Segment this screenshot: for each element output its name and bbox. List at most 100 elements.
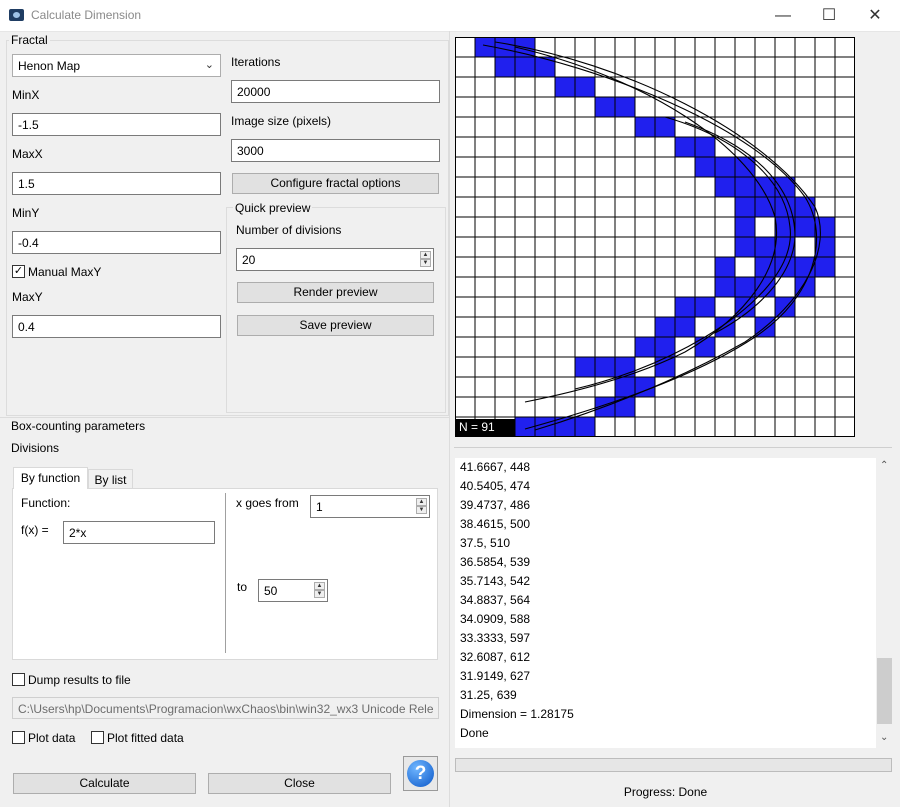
filled-box [775, 177, 795, 197]
result-line: 31.25, 639 [460, 688, 517, 702]
maxy-input[interactable]: 0.4 [12, 315, 221, 338]
result-line: 33.3333, 597 [460, 631, 531, 645]
configure-fractal-button[interactable]: Configure fractal options [232, 173, 439, 194]
help-button[interactable]: ? [403, 756, 438, 791]
result-line: 39.4737, 486 [460, 498, 531, 512]
spinner-buttons[interactable]: ▲ ▼ [420, 251, 431, 268]
help-icon: ? [407, 760, 434, 787]
dump-path-field[interactable]: C:\Users\hp\Documents\Programacion\wxCha… [12, 697, 439, 719]
result-line: 34.0909, 588 [460, 612, 531, 626]
x-from-spinner[interactable]: 1 ▲ ▼ [310, 495, 430, 518]
to-label: to [237, 580, 248, 594]
spin-down-icon[interactable]: ▼ [314, 590, 325, 598]
filled-box [715, 177, 735, 197]
scroll-down-icon[interactable]: ⌄ [880, 732, 888, 743]
result-line: 38.4615, 500 [460, 517, 531, 531]
divisions-preview-label: Number of divisions [236, 223, 342, 237]
results-list[interactable]: 41.6667, 448 40.5405, 474 39.4737, 486 38.4… [455, 458, 876, 748]
divisions-preview-spinner[interactable]: 20 ▲ ▼ [236, 248, 434, 271]
result-line: 41.6667, 448 [460, 460, 531, 474]
filled-box [655, 337, 675, 357]
tab-by-list[interactable]: By list [88, 469, 133, 489]
box-counting-label: Box-counting parameters [11, 419, 146, 433]
filled-box [675, 137, 695, 157]
divisions-label: Divisions [11, 441, 60, 455]
filled-box [715, 277, 735, 297]
to-value: 50 [264, 584, 278, 598]
filled-box [715, 257, 735, 277]
plot-data-checkbox[interactable] [12, 731, 25, 744]
results-scrollbar[interactable]: ⌃ ⌄ [876, 458, 893, 748]
spin-up-icon[interactable]: ▲ [420, 251, 431, 259]
filled-box [755, 237, 775, 257]
maxx-label: MaxX [12, 147, 43, 161]
progress-bar [455, 758, 892, 772]
preview-panel [455, 37, 855, 437]
minx-input[interactable]: -1.5 [12, 113, 221, 136]
filled-box [555, 77, 575, 97]
filled-box [595, 357, 615, 377]
filled-box [735, 217, 755, 237]
filled-box [795, 217, 815, 237]
manual-maxy-label: Manual MaxY [28, 265, 102, 279]
chevron-down-icon: ⌄ [204, 59, 214, 71]
divisions-preview-value: 20 [242, 253, 256, 267]
result-line: 36.5854, 539 [460, 555, 531, 569]
result-line: 37.5, 510 [460, 536, 511, 550]
quick-preview-group [226, 207, 446, 413]
x-from-label: x goes from [236, 496, 299, 510]
manual-maxy-checkbox[interactable]: ✓ [12, 265, 25, 278]
iterations-label: Iterations [231, 55, 281, 69]
filled-box [775, 217, 795, 237]
close-window-button[interactable]: ✕ [852, 0, 898, 31]
iterations-input[interactable]: 20000 [231, 80, 440, 103]
filled-box [715, 157, 735, 177]
app-icon [9, 9, 24, 21]
spin-up-icon[interactable]: ▲ [416, 498, 427, 506]
fx-input[interactable]: 2*x [63, 521, 215, 544]
result-line: 32.6087, 612 [460, 650, 531, 664]
plot-fitted-checkbox[interactable] [91, 731, 104, 744]
spinner-buttons[interactable]: ▲ ▼ [416, 498, 427, 515]
render-preview-button[interactable]: Render preview [237, 282, 434, 303]
tab-by-function[interactable]: By function [13, 467, 88, 489]
minx-label: MinX [12, 88, 40, 102]
result-line: 34.8837, 564 [460, 593, 531, 607]
box-grid [455, 37, 855, 437]
result-line: 35.7143, 542 [460, 574, 531, 588]
plot-fitted-label: Plot fitted data [107, 731, 184, 745]
filled-box [655, 317, 675, 337]
close-button[interactable]: Close [208, 773, 391, 794]
filled-box [655, 357, 675, 377]
filled-box [495, 37, 515, 57]
miny-input[interactable]: -0.4 [12, 231, 221, 254]
spin-down-icon[interactable]: ▼ [416, 506, 427, 514]
save-preview-button[interactable]: Save preview [237, 315, 434, 336]
scroll-up-icon[interactable]: ⌃ [880, 460, 888, 471]
maxy-label: MaxY [12, 290, 43, 304]
filled-box [795, 197, 815, 217]
function-label: Function: [21, 496, 71, 510]
filled-box [675, 297, 695, 317]
filled-box [795, 277, 815, 297]
image-size-input[interactable]: 3000 [231, 139, 440, 162]
dump-results-checkbox[interactable] [12, 673, 25, 686]
calculate-button[interactable]: Calculate [13, 773, 196, 794]
filled-box [575, 357, 595, 377]
maximize-button[interactable]: ☐ [806, 0, 852, 31]
splitter[interactable] [454, 447, 892, 448]
x-from-value: 1 [316, 500, 323, 514]
minimize-button[interactable]: — [760, 0, 806, 31]
fractal-type-select[interactable]: Henon Map ⌄ [12, 54, 221, 77]
pane-divider [449, 31, 450, 807]
scroll-thumb[interactable] [877, 658, 892, 724]
maxx-input[interactable]: 1.5 [12, 172, 221, 195]
spinner-buttons[interactable]: ▲ ▼ [314, 582, 325, 599]
filled-box [695, 137, 715, 157]
fx-label: f(x) = [21, 523, 49, 537]
to-spinner[interactable]: 50 ▲ ▼ [258, 579, 328, 602]
spin-down-icon[interactable]: ▼ [420, 259, 431, 267]
image-size-label: Image size (pixels) [231, 114, 332, 128]
result-line: Dimension = 1.28175 [460, 707, 574, 721]
spin-up-icon[interactable]: ▲ [314, 582, 325, 590]
